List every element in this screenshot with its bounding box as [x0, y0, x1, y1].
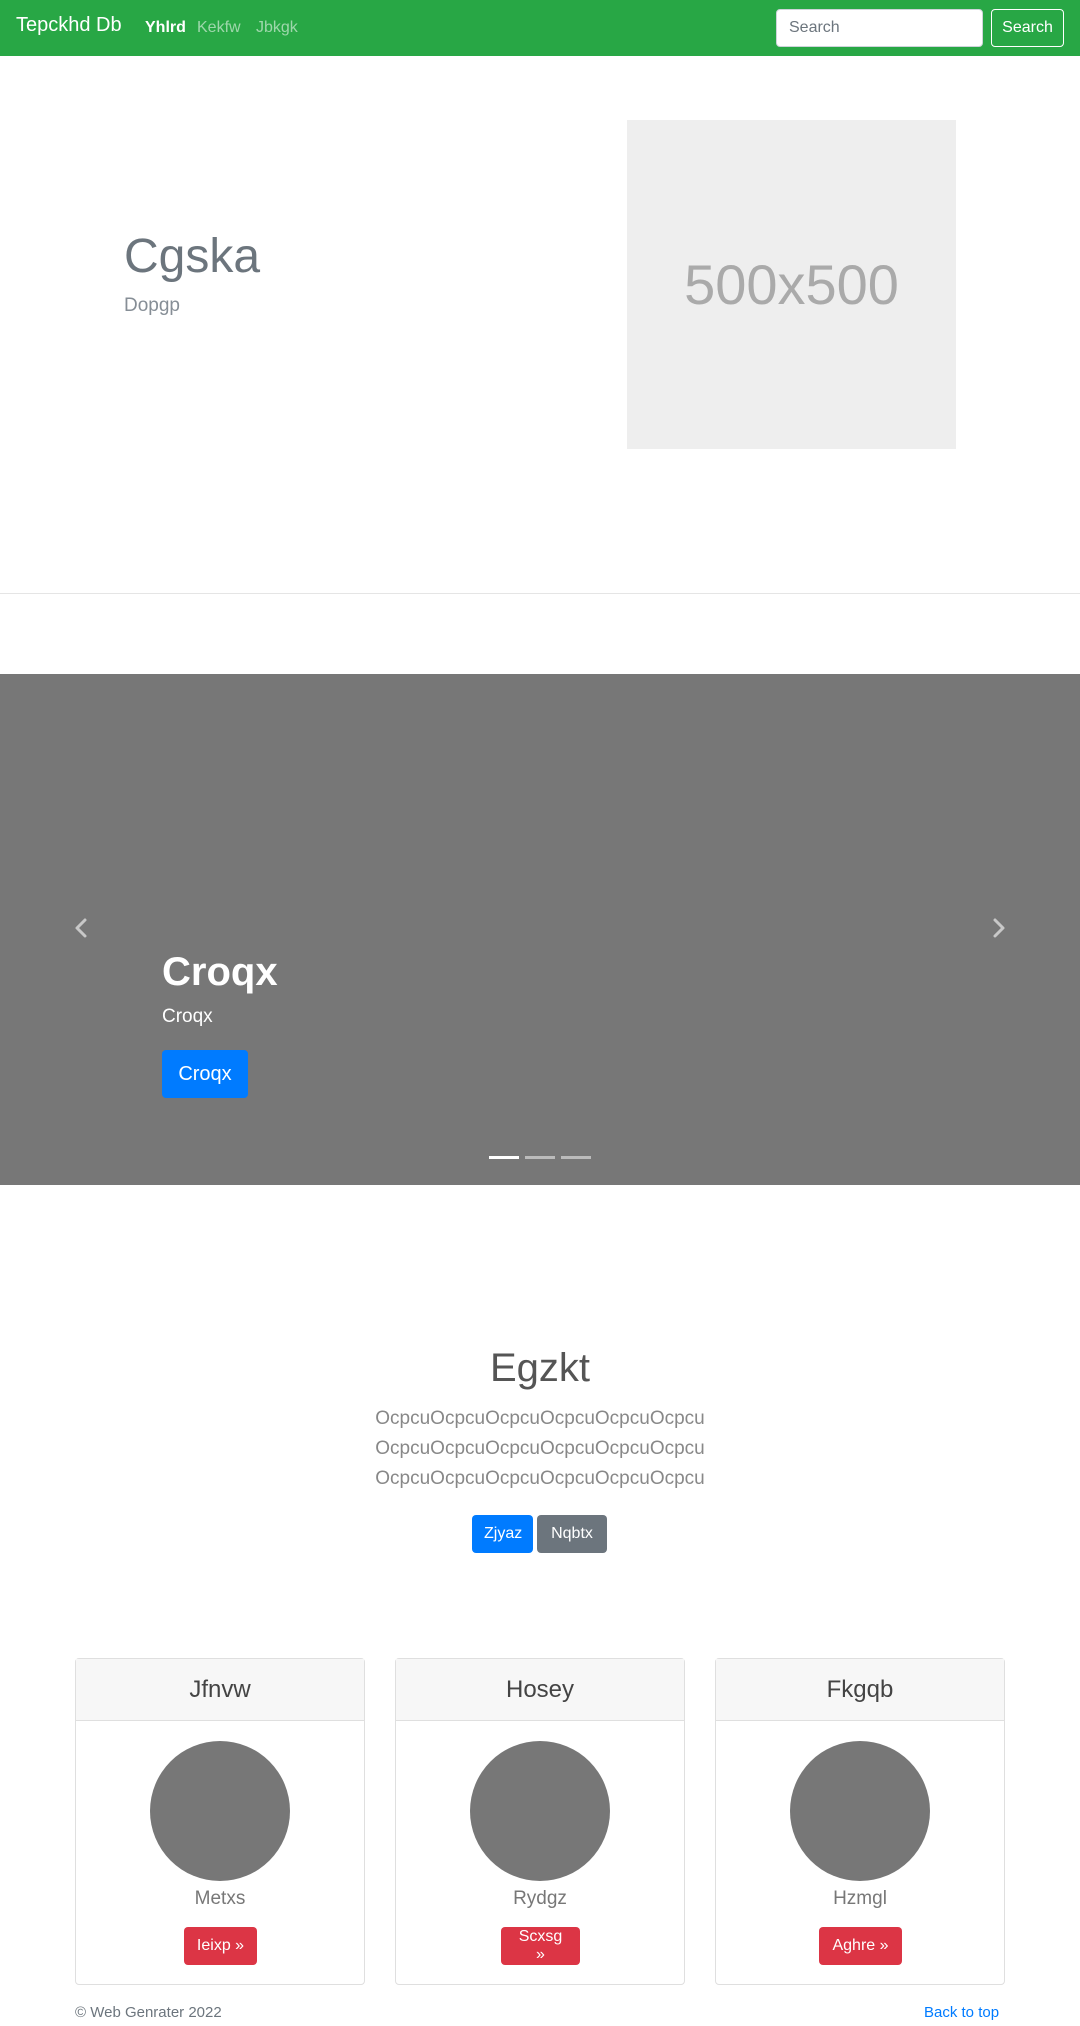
section-divider	[0, 593, 1080, 594]
avatar	[470, 1741, 610, 1881]
section-buttons: Zjyaz Nqbtx	[472, 1515, 607, 1553]
card-header: Hosey	[396, 1659, 684, 1721]
avatar	[150, 1741, 290, 1881]
carousel-slide-text: Croqx	[162, 1006, 213, 1027]
zjyaz-button[interactable]: Zjyaz	[472, 1515, 533, 1553]
card-fkgqb: Fkgqb Hzmgl Aghre »	[715, 1658, 1005, 1985]
hero-title: Cgska	[124, 230, 261, 283]
carousel-indicators	[489, 1156, 591, 1159]
navbar: Tepckhd Db Yhlrd Kekfw Jbkgk Search	[0, 0, 1080, 56]
carousel-indicator-1[interactable]	[489, 1156, 519, 1159]
card-hosey: Hosey Rydgz Scxsg »	[395, 1658, 685, 1985]
nav-link-yhlrd[interactable]: Yhlrd	[145, 19, 186, 37]
placeholder-image-label: 500x500	[684, 253, 899, 316]
nqbtx-button[interactable]: Nqbtx	[537, 1515, 607, 1553]
chevron-right-icon[interactable]	[986, 916, 1010, 940]
navbar-brand[interactable]: Tepckhd Db	[16, 14, 122, 37]
back-to-top-link[interactable]: Back to top	[924, 2004, 999, 2021]
carousel: Croqx Croqx Croqx	[0, 674, 1080, 1185]
section-text-line: OcpcuOcpcuOcpcuOcpcuOcpcuOcpcu	[375, 1438, 705, 1459]
nav-link-kekfw[interactable]: Kekfw	[197, 19, 241, 37]
hero-subtitle: Dopgp	[124, 295, 180, 316]
avatar	[790, 1741, 930, 1881]
scxsg-button[interactable]: Scxsg »	[501, 1927, 580, 1965]
footer-copyright: © Web Genrater 2022	[75, 2004, 222, 2021]
section-text: OcpcuOcpcuOcpcuOcpcuOcpcuOcpcu OcpcuOcpc…	[0, 1404, 1080, 1494]
section-title: Egzkt	[489, 1346, 591, 1390]
carousel-indicator-3[interactable]	[561, 1156, 591, 1159]
carousel-slide-button[interactable]: Croqx	[162, 1050, 248, 1098]
carousel-slide-title: Croqx	[162, 950, 278, 994]
search-input[interactable]	[776, 9, 983, 47]
carousel-indicator-2[interactable]	[525, 1156, 555, 1159]
section-text-line: OcpcuOcpcuOcpcuOcpcuOcpcuOcpcu	[375, 1408, 705, 1429]
search-button[interactable]: Search	[991, 9, 1064, 47]
aghre-button[interactable]: Aghre »	[819, 1927, 902, 1965]
card-header: Jfnvw	[76, 1659, 364, 1721]
card-jfnvw: Jfnvw Metxs Ieixp »	[75, 1658, 365, 1985]
hero-placeholder-image: 500x500	[627, 120, 956, 449]
card-header: Fkgqb	[716, 1659, 1004, 1721]
ieixp-button[interactable]: Ieixp »	[184, 1927, 257, 1965]
card-name: Rydgz	[513, 1888, 567, 1909]
card-name: Hzmgl	[833, 1888, 887, 1909]
section-text-line: OcpcuOcpcuOcpcuOcpcuOcpcuOcpcu	[375, 1468, 705, 1489]
chevron-left-icon[interactable]	[70, 916, 94, 940]
nav-link-jbkgk[interactable]: Jbkgk	[256, 19, 298, 37]
card-name: Metxs	[194, 1888, 246, 1909]
